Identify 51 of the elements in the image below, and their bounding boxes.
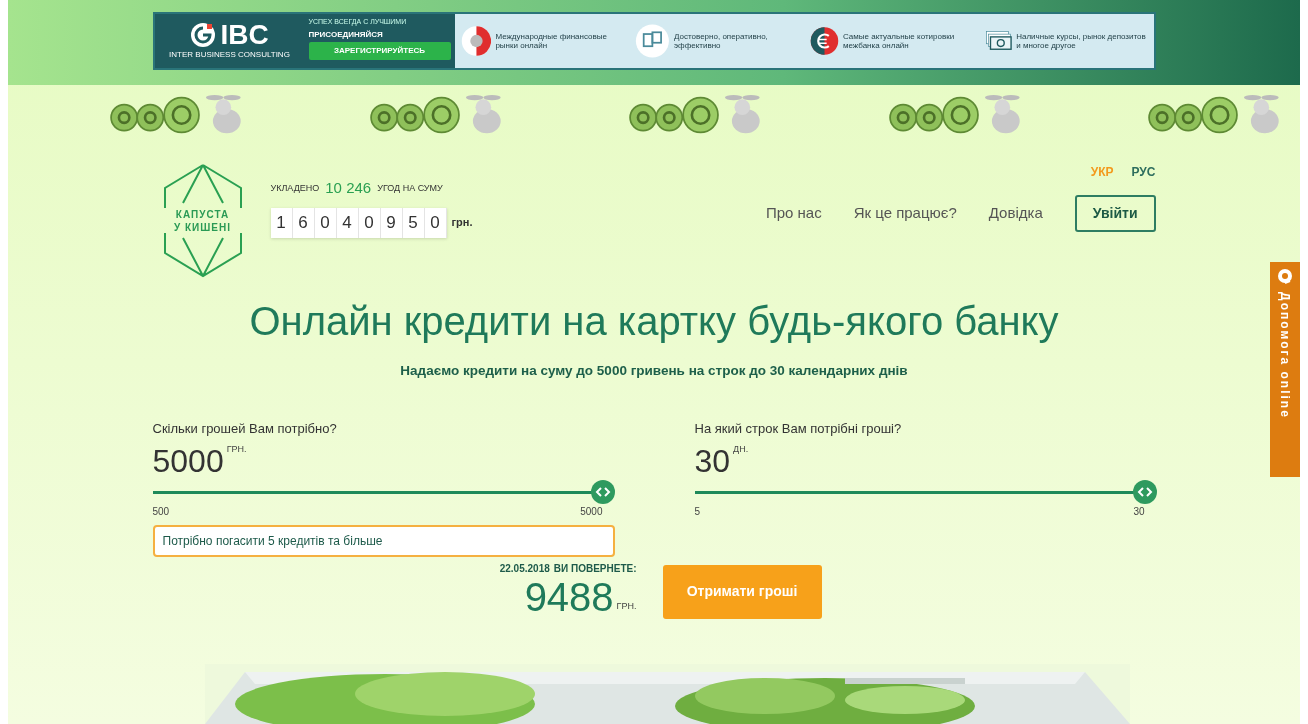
slider-question: На який строк Вам потрібні гроші? — [694, 420, 903, 439]
counter-digit: 5 — [402, 207, 425, 238]
counter-digit: 6 — [292, 207, 315, 238]
ad-feature-text: Достоверно, оперативно, эффективно — [674, 31, 769, 51]
deals-count: 10 246 — [325, 178, 372, 198]
counter-digit: 9 — [380, 207, 403, 238]
range-max-label: 5000 — [580, 504, 603, 519]
range-min-label: 500 — [152, 504, 170, 519]
logo-icon — [190, 22, 217, 48]
ad-feature-text: Международные финансовые рынки онлайн — [495, 31, 608, 51]
logo-text: КАПУСТА — [175, 207, 230, 221]
slider-question: Скільки грошей Вам потрібно? — [152, 420, 338, 439]
range-min-label: 5 — [694, 504, 701, 519]
logo-text: У КИШЕНІ — [174, 220, 231, 234]
unit-label: ДН. — [733, 444, 749, 454]
documents-icon — [635, 21, 671, 61]
chat-icon — [1277, 268, 1293, 284]
unit-label: ГРН. — [226, 444, 247, 454]
range-max-label: 30 — [1133, 504, 1145, 519]
nav-link[interactable]: Як це працює? — [853, 202, 957, 225]
counter-digit: 0 — [358, 207, 381, 238]
unit-label: ГРН. — [616, 600, 637, 614]
help-tab[interactable]: Допомога online — [1270, 262, 1300, 477]
language-link[interactable]: РУС — [1131, 163, 1156, 181]
ad-join-text: ПРИСОЕДИНЯЙСЯ — [308, 28, 384, 41]
repayment-label: ВИ ПОВЕРНЕТЕ: — [553, 561, 637, 576]
notice-message: Потрібно погасити 5 кредитів та більше — [152, 524, 615, 557]
headline: Онлайн кредити на картку будь-якого банку — [249, 298, 1059, 345]
ad-feature-text: Наличные курсы, рынок депозитов и многое другое — [1016, 31, 1147, 51]
ad-logo-caption: INTER BUSINESS CONSULTING — [169, 49, 290, 61]
counter-digit: 1 — [270, 207, 293, 238]
slider-thumb[interactable] — [590, 479, 615, 504]
slider[interactable] — [694, 479, 1157, 504]
login-button[interactable]: Увійти — [1074, 195, 1156, 232]
counter-label: УГОД НА СУМУ — [377, 181, 443, 195]
currency-label: грн. — [451, 215, 473, 231]
slider-value: 5000 — [152, 444, 224, 477]
repayment-amount: 9488 — [524, 575, 614, 618]
banner-ad[interactable] — [152, 12, 1156, 70]
nav-link[interactable]: Довідка — [988, 202, 1043, 225]
repayment-date: 22.05.2018 — [499, 561, 550, 576]
counter-digit: 0 — [424, 207, 447, 238]
slider[interactable] — [152, 479, 615, 504]
counter-digit: 4 — [336, 207, 359, 238]
nav-link[interactable]: Про нас — [765, 202, 822, 225]
slider-value: 30 — [694, 444, 731, 477]
ad-feature-text: Самые актуальные котировки межбанка онлайн — [842, 31, 956, 51]
counter-digit: 0 — [314, 207, 337, 238]
slider-thumb[interactable] — [1132, 479, 1157, 504]
counter-label: УКЛАДЕНО — [270, 181, 320, 195]
ad-logo-text: IBC — [220, 21, 269, 49]
